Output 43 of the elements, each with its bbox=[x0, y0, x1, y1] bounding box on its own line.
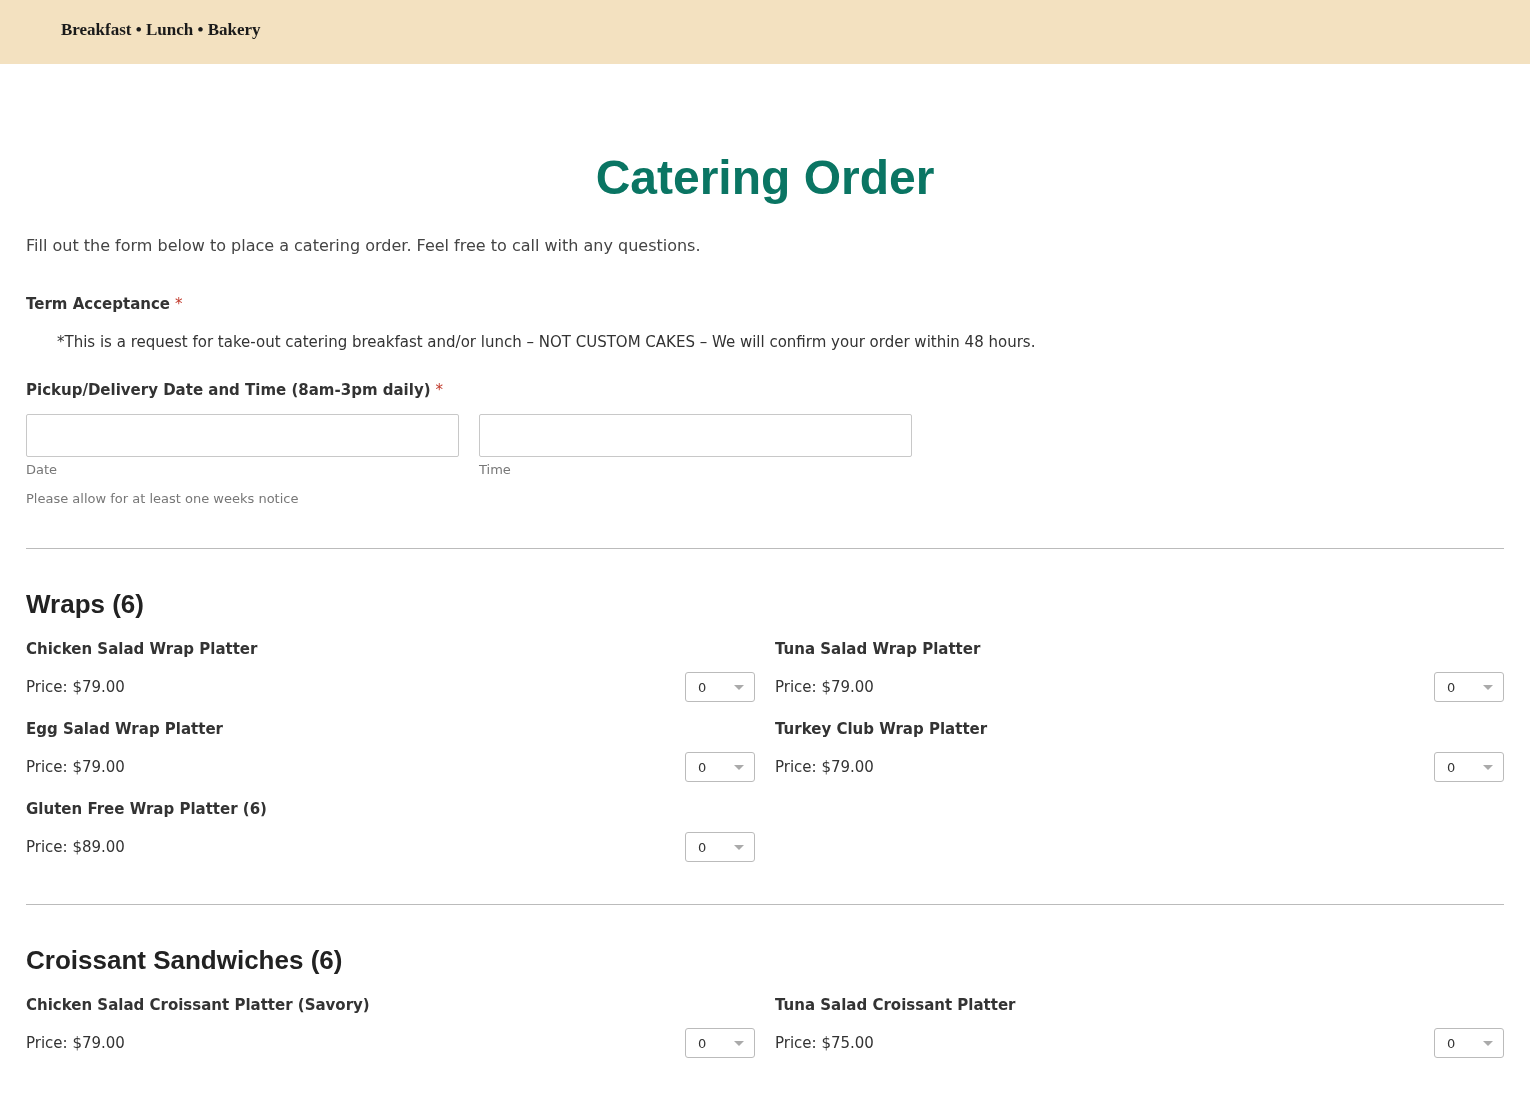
field-label: Pickup/Delivery Date and Time (8am-3pm daily) bbox=[26, 381, 431, 399]
section-heading: Wraps (6) bbox=[26, 589, 145, 620]
quantity-dropdown[interactable]: 0 bbox=[685, 832, 755, 862]
item-price: Price: $79.00 bbox=[26, 678, 125, 696]
item-price: Price: $75.00 bbox=[775, 1034, 874, 1052]
item-price: Price: $79.00 bbox=[775, 758, 874, 776]
item-name: Tuna Salad Wrap Platter bbox=[775, 640, 982, 658]
quantity-dropdown[interactable]: 0 bbox=[685, 1028, 755, 1058]
required-mark: * bbox=[175, 295, 183, 313]
item-name: Tuna Salad Croissant Platter bbox=[775, 996, 1017, 1014]
field-sublabel: Date bbox=[26, 462, 59, 477]
input-field[interactable] bbox=[479, 414, 912, 457]
field-label: Term Acceptance bbox=[26, 295, 170, 313]
caret-icon bbox=[1483, 1040, 1493, 1046]
quantity-dropdown[interactable]: 0 bbox=[1434, 752, 1504, 782]
caret-icon bbox=[1483, 764, 1493, 770]
item-price: Price: $79.00 bbox=[775, 678, 874, 696]
intro-text: Fill out the form below to place a catering order. Feel free to call with any questions. bbox=[26, 236, 702, 255]
item-name: Gluten Free Wrap Platter (6) bbox=[26, 800, 268, 818]
section-heading: Croissant Sandwiches (6) bbox=[26, 945, 344, 976]
item-name: Egg Salad Wrap Platter bbox=[26, 720, 225, 738]
item-price: Price: $79.00 bbox=[26, 758, 125, 776]
logo-tagline: Breakfast • Lunch • Bakery bbox=[61, 20, 261, 40]
caret-icon bbox=[1483, 684, 1493, 690]
field-sublabel: Time bbox=[479, 462, 512, 477]
caret-icon bbox=[734, 1040, 744, 1046]
page-title: Catering Order bbox=[594, 150, 936, 206]
item-name: Turkey Club Wrap Platter bbox=[775, 720, 989, 738]
quantity-dropdown[interactable]: 0 bbox=[685, 752, 755, 782]
quantity-dropdown[interactable]: 0 bbox=[1434, 672, 1504, 702]
terms-text: *This is a request for take-out catering breakfast and/or lunch – NOT CUSTOM CAKES – We will confirm your order within 48 hours. bbox=[57, 333, 1037, 351]
quantity-dropdown[interactable]: 0 bbox=[1434, 1028, 1504, 1058]
item-name: Chicken Salad Wrap Platter bbox=[26, 640, 259, 658]
caret-icon bbox=[734, 764, 744, 770]
item-price: Price: $79.00 bbox=[26, 1034, 125, 1052]
caret-icon bbox=[734, 684, 744, 690]
item-name: Chicken Salad Croissant Platter (Savory) bbox=[26, 996, 371, 1014]
help-text: Please allow for at least one weeks notice bbox=[26, 491, 300, 506]
caret-icon bbox=[734, 844, 744, 850]
input-field[interactable] bbox=[26, 414, 459, 457]
quantity-dropdown[interactable]: 0 bbox=[685, 672, 755, 702]
required-mark: * bbox=[435, 381, 444, 399]
item-price: Price: $89.00 bbox=[26, 838, 125, 856]
